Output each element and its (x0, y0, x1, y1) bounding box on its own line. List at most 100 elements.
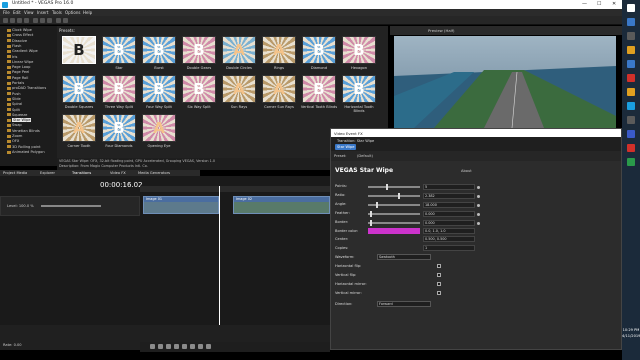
animate-keyframe-icon[interactable] (477, 194, 480, 198)
save-icon[interactable] (17, 18, 22, 23)
param-slider[interactable] (368, 193, 420, 199)
param-slider[interactable] (368, 184, 420, 190)
tab-explorer[interactable]: Explorer (40, 171, 55, 175)
tree-item[interactable]: Clock Wipe (12, 28, 32, 32)
app-icon-gray[interactable] (627, 116, 635, 124)
preset-dropdown[interactable]: (Default) (357, 154, 373, 158)
slider-knob[interactable] (370, 220, 372, 226)
app-icon-green[interactable] (627, 158, 635, 166)
tree-item[interactable]: Page Roll (12, 76, 28, 80)
preset-thumbnail[interactable]: B (59, 36, 99, 74)
copies-value[interactable]: 1 (423, 245, 475, 251)
preset-thumbnail[interactable]: A Sun Rays (219, 75, 259, 113)
playhead[interactable] (219, 186, 220, 336)
tree-item[interactable]: Linear Wipe (12, 60, 33, 64)
app-icon-red[interactable] (627, 74, 635, 82)
border-color-swatch[interactable] (368, 228, 420, 234)
animate-keyframe-icon[interactable] (477, 203, 480, 207)
tree-item[interactable]: Gradient Wipe (12, 49, 38, 53)
tree-item[interactable]: Page Peel (12, 70, 29, 74)
param-value[interactable]: 18.000 (423, 202, 475, 208)
tree-item[interactable]: Push (12, 92, 21, 96)
preset-thumbnail[interactable]: A Double Circles (219, 36, 259, 74)
chrome-icon[interactable] (627, 88, 635, 96)
play-from-start-icon[interactable] (166, 344, 171, 349)
slider-knob[interactable] (370, 211, 372, 217)
video-track-header[interactable]: Level: 100.0 % (0, 196, 140, 216)
preset-thumbnail[interactable]: B Star (99, 36, 139, 74)
tree-item[interactable]: Squeeze (12, 113, 27, 117)
stop-icon[interactable] (190, 344, 195, 349)
task-view-icon[interactable] (627, 32, 635, 40)
star-wipe-chip[interactable]: Star Wipe (335, 144, 357, 150)
minimize-button[interactable]: — (582, 1, 587, 7)
animate-keyframe-icon[interactable] (477, 185, 480, 189)
option-checkbox[interactable] (437, 273, 441, 277)
preset-thumbnail[interactable]: B Vertical Tooth Blinds (299, 75, 339, 113)
tree-item[interactable]: Page Loop (12, 65, 30, 69)
redo-icon[interactable] (63, 18, 68, 23)
record-icon[interactable] (150, 344, 155, 349)
param-value[interactable]: 0.000 (423, 211, 475, 217)
video-clip-2[interactable]: Image 02 (233, 196, 330, 214)
menu-help[interactable]: Help (83, 10, 92, 15)
render-icon[interactable] (24, 18, 29, 23)
slider-knob[interactable] (376, 202, 378, 208)
preset-thumbnail[interactable]: B Double Gears (179, 36, 219, 74)
tree-item[interactable]: 3D Rolling point (12, 145, 41, 149)
slider-knob[interactable] (398, 193, 400, 199)
preset-thumbnail[interactable]: B Horizontal Tooth Blinds (339, 75, 379, 113)
menu-file[interactable]: File (3, 10, 10, 15)
border-color-value[interactable]: 0.0, 1.0, 1.0 (423, 228, 475, 234)
about-link[interactable]: About (461, 169, 472, 173)
tree-item[interactable]: Spiral (12, 102, 22, 106)
preset-thumbnail[interactable]: A Rings (259, 36, 299, 74)
tab-transitions[interactable]: Transitions (72, 171, 91, 175)
tree-item[interactable]: Dissolve (12, 39, 27, 43)
param-value[interactable]: 5 (423, 184, 475, 190)
tree-item[interactable]: Star Wipe (12, 118, 32, 123)
option-checkbox[interactable] (437, 291, 441, 295)
tree-item[interactable]: Slide (12, 97, 21, 101)
param-value[interactable]: 2.382 (423, 193, 475, 199)
param-slider[interactable] (368, 202, 420, 208)
search-icon[interactable] (627, 18, 635, 26)
tree-item[interactable]: Iris (12, 55, 17, 59)
preset-thumbnail[interactable]: B Burst (139, 36, 179, 74)
preset-thumbnail[interactable]: B Hexagon (339, 36, 379, 74)
param-slider[interactable] (368, 211, 420, 217)
preset-thumbnail[interactable]: B Three Way Split (99, 75, 139, 113)
tree-item[interactable]: Animated Polygon (12, 150, 45, 154)
cut-icon[interactable] (33, 18, 38, 23)
new-project-icon[interactable] (3, 18, 8, 23)
tree-item[interactable]: Cross Effect (12, 33, 33, 37)
tree-item[interactable]: Venetian Blinds (12, 129, 40, 133)
app-icon-red-2[interactable] (627, 144, 635, 152)
animate-keyframe-icon[interactable] (477, 221, 480, 225)
timeline-ruler[interactable] (140, 186, 330, 192)
option-checkbox[interactable] (437, 264, 441, 268)
tree-item[interactable]: Swap (12, 123, 22, 127)
tab-project-media[interactable]: Project Media (3, 171, 27, 175)
tree-item[interactable]: OFX (12, 139, 19, 143)
menu-view[interactable]: View (24, 10, 34, 15)
maximize-button[interactable]: ☐ (597, 1, 601, 7)
paste-icon[interactable] (47, 18, 52, 23)
option-checkbox[interactable] (437, 282, 441, 286)
slider-knob[interactable] (386, 184, 388, 190)
app-icon-blue[interactable] (627, 130, 635, 138)
edge-icon[interactable] (627, 60, 635, 68)
preset-thumbnail[interactable]: A Opening Eye (139, 114, 179, 152)
loop-icon[interactable] (158, 344, 163, 349)
file-explorer-icon[interactable] (627, 46, 635, 54)
menu-options[interactable]: Options (65, 10, 80, 15)
start-icon[interactable] (627, 4, 635, 12)
copy-icon[interactable] (40, 18, 45, 23)
direction-dropdown[interactable]: Forward (377, 301, 431, 307)
pause-icon[interactable] (182, 344, 187, 349)
tree-item[interactable]: Split (12, 108, 20, 112)
tree-item[interactable]: Flash (12, 44, 21, 48)
vegas-taskbar-icon[interactable] (627, 102, 635, 110)
param-value[interactable]: 0.000 (423, 220, 475, 226)
preset-thumbnail[interactable]: B Diamond (299, 36, 339, 74)
